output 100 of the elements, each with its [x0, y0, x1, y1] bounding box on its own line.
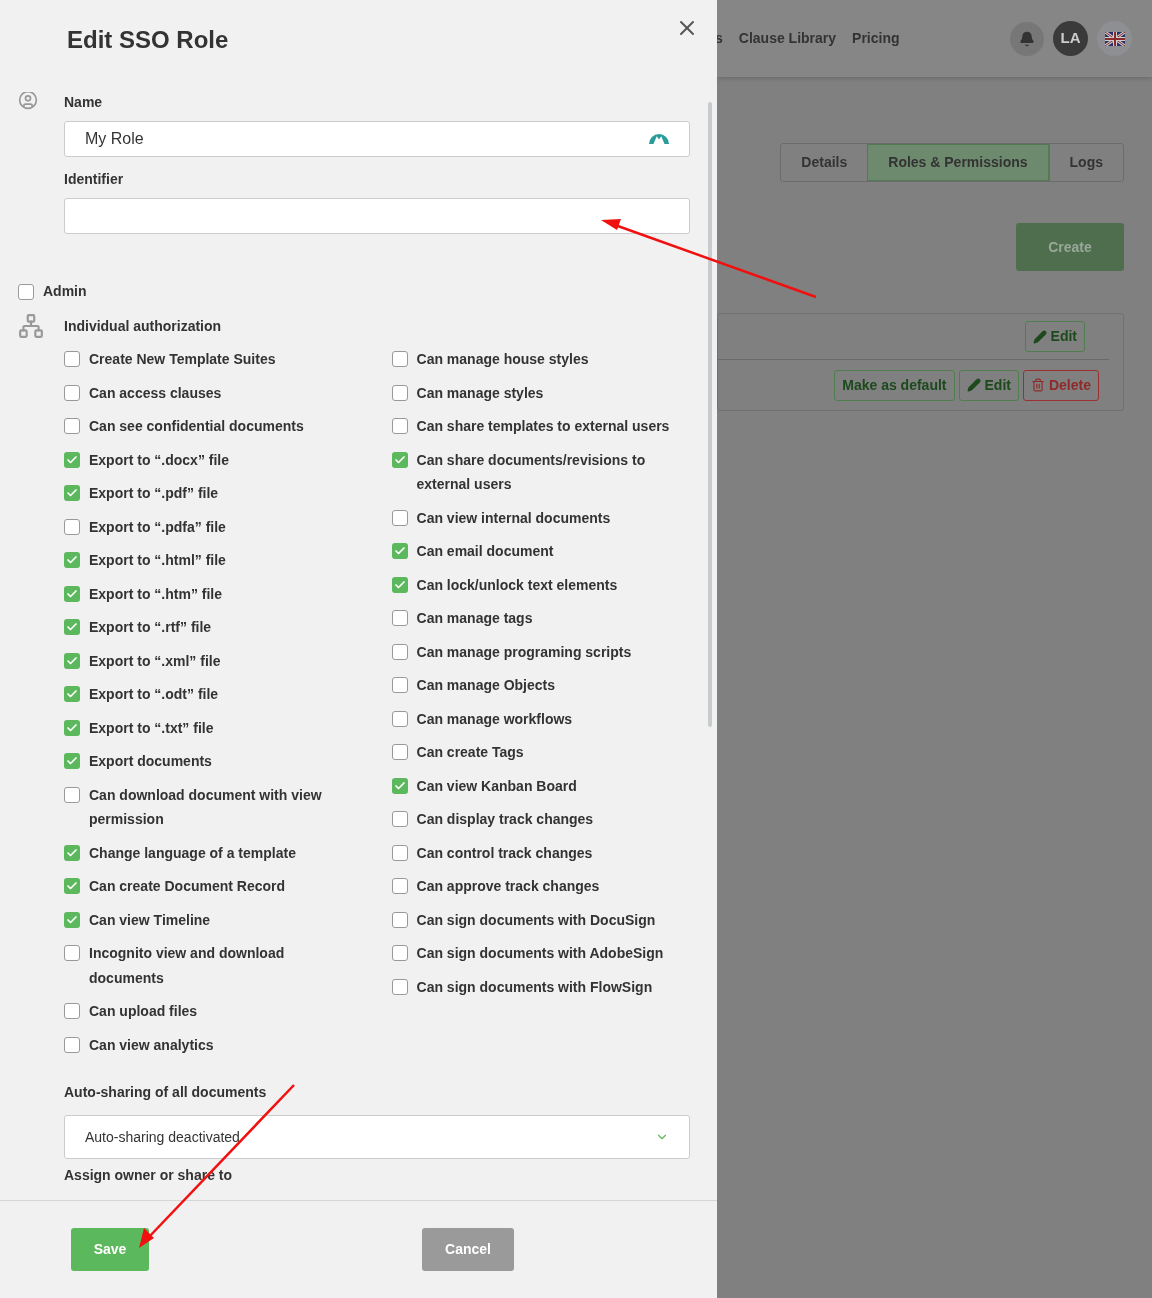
checkbox[interactable] [64, 418, 80, 434]
checkbox[interactable] [391, 451, 408, 468]
nav-link[interactable]: Pricing [852, 28, 900, 49]
permission-label: Incognito view and download documents [89, 944, 286, 988]
checkbox[interactable] [64, 384, 80, 401]
permission-label: Export to “.docx” file [89, 450, 229, 470]
checkbox[interactable] [18, 283, 34, 300]
permission-label: Can access clauses [89, 383, 222, 403]
language-button[interactable] [1097, 21, 1132, 56]
permission-label: Can control track changes [416, 843, 593, 863]
check-icon [393, 779, 406, 792]
permission-label: Can view internal documents [416, 508, 611, 528]
permission-label: Export to “.xml” file [89, 651, 221, 671]
permission-label: Can sign documents with FlowSign [416, 977, 653, 997]
checkbox[interactable] [391, 777, 408, 794]
permission-label: Can manage house styles [416, 350, 589, 369]
checkbox[interactable] [391, 610, 408, 626]
checkbox[interactable] [64, 652, 80, 669]
tab[interactable]: Roles & Permissions [867, 144, 1049, 181]
select-field[interactable]: Auto-sharing deactivated [64, 1115, 690, 1159]
checkbox[interactable] [64, 786, 80, 803]
permission-label: Can manage tags [416, 609, 533, 628]
permission-label: Can share templates to external users [416, 417, 670, 436]
dialog-title: Edit SSO Role [67, 25, 229, 55]
checkbox[interactable] [64, 485, 80, 501]
delete-button[interactable]: Delete [1022, 369, 1099, 401]
checkbox[interactable] [391, 509, 408, 526]
permission-label: Can view Kanban Board [416, 776, 577, 796]
admin-label: Admin [43, 282, 87, 301]
cancel-button[interactable]: Cancel [422, 1228, 514, 1271]
checkbox[interactable] [64, 351, 80, 367]
checkbox[interactable] [64, 911, 80, 928]
permission-label: Can upload files [89, 1002, 198, 1021]
permission-label: Export to “.html” file [89, 551, 226, 570]
tab[interactable]: Logs [1048, 144, 1123, 181]
checkbox[interactable] [391, 744, 408, 760]
checkbox[interactable] [391, 643, 408, 660]
checkbox[interactable] [391, 911, 408, 928]
section-title: Individual authorization [64, 316, 222, 336]
check-icon [66, 913, 78, 926]
hierarchy-icon [18, 313, 44, 339]
text-field[interactable] [64, 198, 690, 234]
checkbox[interactable] [391, 811, 408, 827]
checkbox[interactable] [64, 945, 80, 961]
pencil-icon [1032, 329, 1047, 344]
checkbox[interactable] [64, 585, 80, 602]
user-avatar[interactable]: LA [1053, 21, 1088, 56]
checkbox[interactable] [64, 878, 80, 894]
checkbox[interactable] [391, 945, 408, 961]
check-icon [66, 487, 78, 499]
check-icon [66, 587, 78, 600]
create-button[interactable]: Create [1016, 223, 1124, 271]
checkbox[interactable] [391, 351, 408, 367]
permission-label: Can manage styles [416, 383, 544, 403]
checkbox[interactable] [391, 844, 408, 861]
permission-label: Can create Tags [416, 743, 524, 762]
edit-button[interactable]: Edit [1024, 321, 1085, 352]
permission-label: Can view Timeline [89, 910, 211, 930]
check-icon [66, 755, 78, 767]
permission-label: Export to “.pdfa” file [89, 517, 226, 537]
nav-link[interactable]: Clause Library [738, 28, 837, 49]
user-icon [18, 92, 38, 110]
checkbox[interactable] [391, 978, 408, 995]
text-field[interactable]: My Role [64, 121, 690, 157]
permission-label: Can lock/unlock text elements [416, 575, 618, 595]
tab[interactable]: Details [781, 144, 868, 181]
check-icon [66, 621, 78, 633]
permission-label: Can see confidential documents [89, 417, 304, 436]
check-icon [66, 554, 78, 566]
permission-label: Can sign documents with AdobeSign [416, 944, 664, 963]
save-button[interactable]: Save [71, 1228, 149, 1271]
checkbox[interactable] [64, 518, 80, 535]
checkbox[interactable] [64, 552, 80, 568]
checkbox[interactable] [391, 384, 408, 401]
permission-label: Can view analytics [89, 1035, 214, 1055]
field-label: Auto-sharing of all documents [64, 1083, 268, 1102]
checkbox[interactable] [391, 418, 408, 434]
checkbox[interactable] [64, 619, 80, 635]
checkbox[interactable] [64, 719, 80, 736]
flag-icon [1104, 31, 1125, 46]
checkbox[interactable] [64, 753, 80, 769]
edit-button[interactable]: Edit [958, 369, 1019, 401]
checkbox[interactable] [64, 1036, 80, 1053]
permission-label: Export to “.htm” file [89, 584, 222, 604]
notification-button[interactable] [1010, 21, 1044, 56]
checkbox[interactable] [64, 1003, 80, 1019]
permission-label: Can manage programing scripts [416, 642, 632, 662]
checkbox[interactable] [391, 677, 408, 693]
permission-label: Export to “.txt” file [89, 718, 214, 738]
checkbox[interactable] [391, 543, 408, 559]
checkbox[interactable] [391, 878, 408, 894]
checkbox[interactable] [64, 686, 80, 702]
field-label: Identifier [64, 170, 125, 189]
checkbox[interactable] [391, 710, 408, 727]
checkbox[interactable] [64, 451, 80, 468]
checkbox[interactable] [64, 844, 80, 861]
checkbox[interactable] [391, 576, 408, 593]
check-icon [393, 453, 406, 466]
default-button[interactable]: Make as default [834, 369, 955, 401]
permission-label: Export documents [89, 752, 212, 771]
